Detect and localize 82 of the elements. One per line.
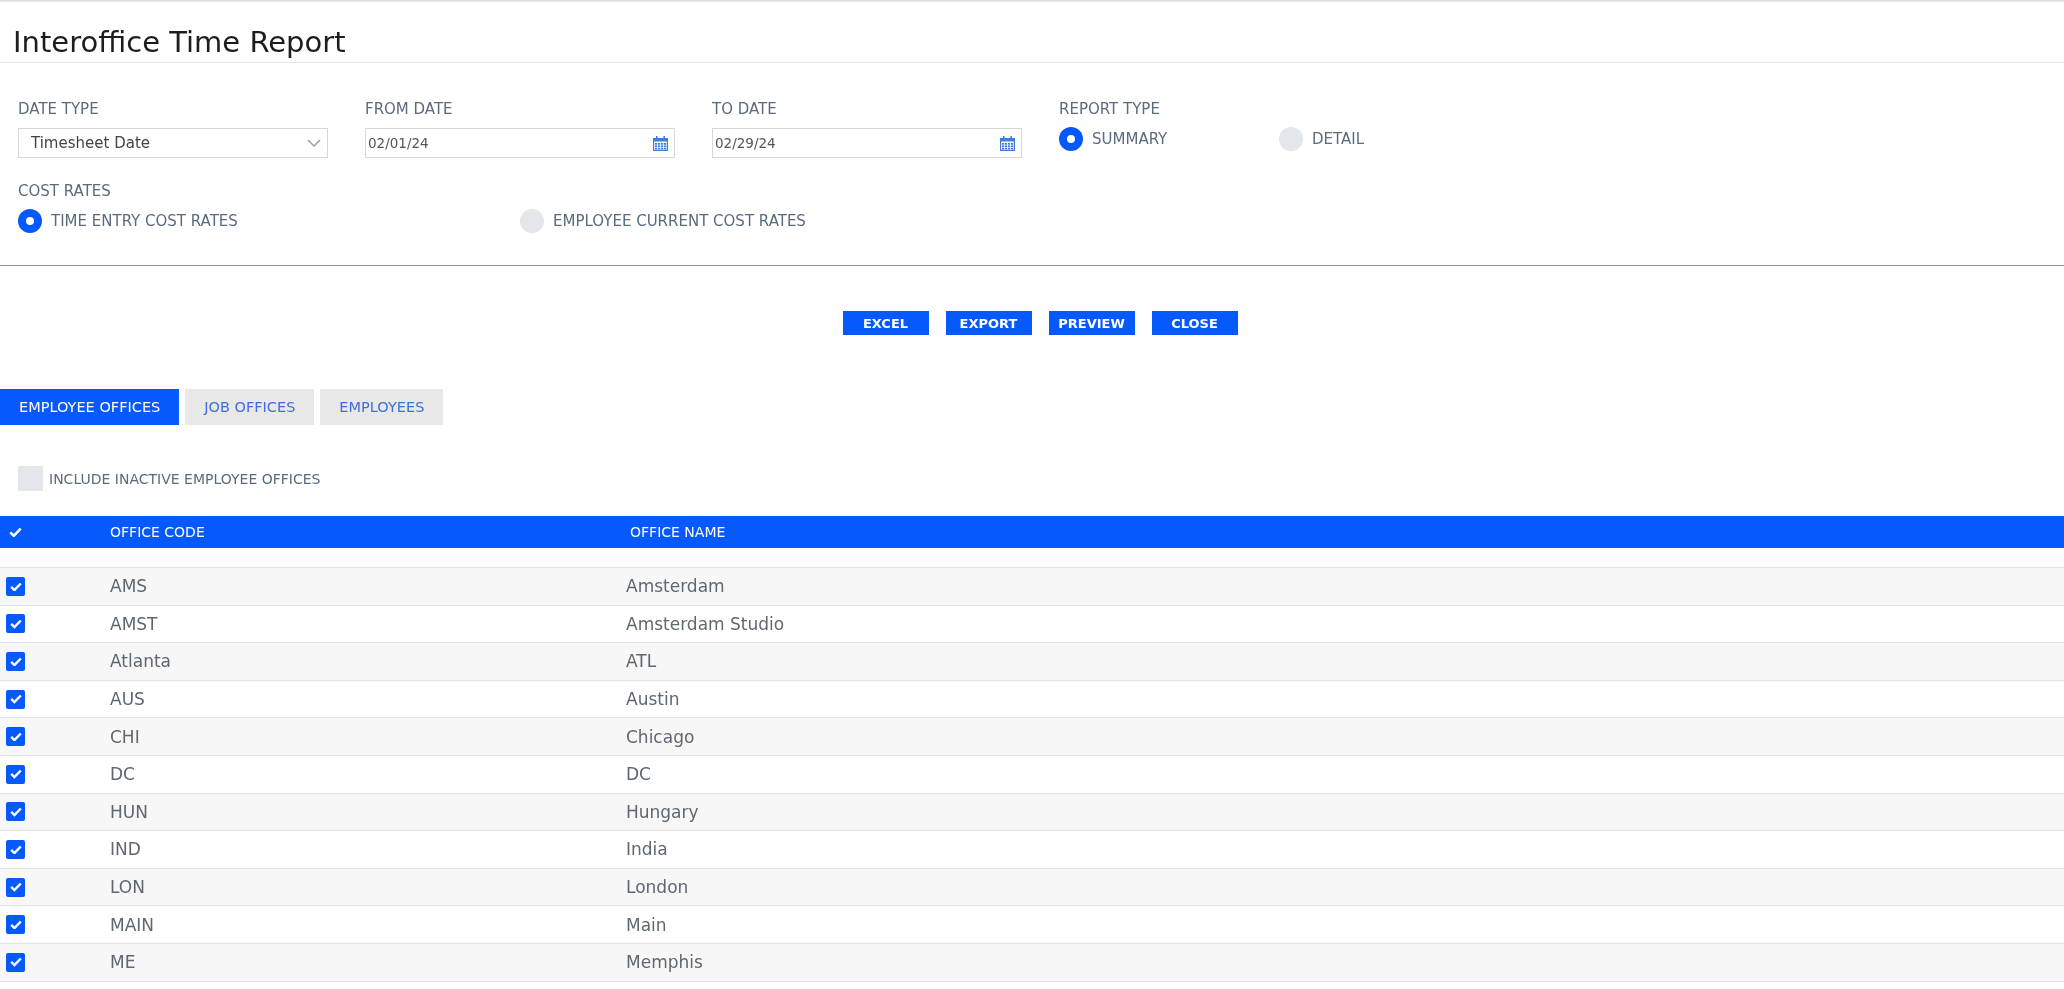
radio-button[interactable] xyxy=(18,209,42,233)
field-label: REPORT TYPE xyxy=(1059,100,1160,118)
table-cell: DC xyxy=(626,764,651,785)
option-label: TIME ENTRY COST RATES xyxy=(51,212,238,230)
row-checkbox[interactable] xyxy=(6,614,25,634)
table-row[interactable]: Atlanta ATL xyxy=(0,643,2064,681)
check-icon xyxy=(9,731,22,742)
table-cell: ME xyxy=(110,952,136,973)
row-checkbox[interactable] xyxy=(6,915,25,935)
check-icon xyxy=(9,844,22,855)
check-icon xyxy=(9,656,22,667)
page-title: Interoffice Time Report xyxy=(13,25,346,60)
tab[interactable]: EMPLOYEES xyxy=(320,389,444,425)
field-label: TO DATE xyxy=(712,100,777,118)
date-field[interactable]: 02/01/24 xyxy=(365,128,675,158)
table-cell: AMS xyxy=(110,576,148,597)
check-icon xyxy=(9,882,22,892)
row-checkbox[interactable] xyxy=(6,877,25,897)
checkbox[interactable] xyxy=(18,466,43,491)
check-icon xyxy=(9,807,22,817)
row-checkbox[interactable] xyxy=(6,689,25,709)
table-cell: Chicago xyxy=(626,726,695,747)
table-cell: CHI xyxy=(110,726,140,747)
table-row[interactable]: HUN Hungary xyxy=(0,793,2064,832)
check-icon xyxy=(9,619,22,629)
table-cell: IND xyxy=(110,839,141,860)
radio-button[interactable] xyxy=(520,209,544,233)
row-checkbox[interactable] xyxy=(6,802,25,822)
table-cell: Hungary xyxy=(626,801,699,822)
check-icon xyxy=(9,694,22,704)
row-checkbox[interactable] xyxy=(6,652,25,671)
check-icon xyxy=(9,581,22,592)
table-cell: HUN xyxy=(110,801,148,822)
option-label: DETAIL xyxy=(1312,130,1365,148)
table-cell: Amsterdam xyxy=(626,576,725,597)
table-cell: MAIN xyxy=(110,914,155,935)
calendar-icon[interactable] xyxy=(1000,135,1015,151)
option-label: EMPLOYEE CURRENT COST RATES xyxy=(553,212,806,230)
field-label: COST RATES xyxy=(18,182,111,200)
table-cell: AUS xyxy=(110,689,145,710)
table-cell: Atlanta xyxy=(110,651,171,672)
action-button[interactable]: CLOSE xyxy=(1151,311,1238,335)
tab[interactable]: EMPLOYEE OFFICES xyxy=(0,389,180,425)
column-header[interactable]: OFFICE NAME xyxy=(630,524,726,540)
table-cell: LON xyxy=(110,877,145,898)
radio-button[interactable] xyxy=(1059,127,1083,151)
column-header[interactable]: OFFICE CODE xyxy=(110,524,205,540)
calendar-icon[interactable] xyxy=(653,135,668,151)
action-button[interactable]: PREVIEW xyxy=(1048,311,1135,335)
row-checkbox[interactable] xyxy=(6,727,25,747)
action-button[interactable]: EXPORT xyxy=(945,311,1032,335)
check-icon[interactable] xyxy=(9,526,22,538)
table-cell: India xyxy=(626,839,668,860)
table-cell: London xyxy=(626,877,689,898)
check-icon xyxy=(9,769,22,780)
date-type-select[interactable]: Timesheet Date xyxy=(18,128,328,158)
check-icon xyxy=(9,957,22,968)
table-cell: ATL xyxy=(626,651,657,672)
option-label: SUMMARY xyxy=(1092,130,1168,148)
tab[interactable]: JOB OFFICES xyxy=(185,389,315,425)
table-row[interactable]: LON London xyxy=(0,868,2064,907)
row-checkbox[interactable] xyxy=(6,839,25,859)
table-cell: Main xyxy=(626,914,667,935)
table-row[interactable]: CHI Chicago xyxy=(0,718,2064,756)
table-cell: Memphis xyxy=(626,952,703,973)
chevron-down-icon xyxy=(307,139,321,147)
checkbox-label: INCLUDE INACTIVE EMPLOYEE OFFICES xyxy=(49,470,321,487)
date-field[interactable]: 02/29/24 xyxy=(712,128,1022,158)
table-cell: AMST xyxy=(110,613,158,634)
table-row[interactable]: AMS Amsterdam xyxy=(0,568,2064,606)
field-label: DATE TYPE xyxy=(18,100,99,118)
action-button[interactable]: EXCEL xyxy=(842,311,929,335)
row-checkbox[interactable] xyxy=(6,576,25,596)
row-checkbox[interactable] xyxy=(6,764,25,784)
check-icon xyxy=(9,919,22,930)
radio-button[interactable] xyxy=(1279,127,1303,151)
table-cell: Amsterdam Studio xyxy=(626,613,785,634)
table-row[interactable]: ME Memphis xyxy=(0,943,2064,982)
field-label: FROM DATE xyxy=(365,100,453,118)
row-checkbox[interactable] xyxy=(6,952,25,972)
table-cell: DC xyxy=(110,764,135,785)
table-cell: Austin xyxy=(626,689,680,710)
